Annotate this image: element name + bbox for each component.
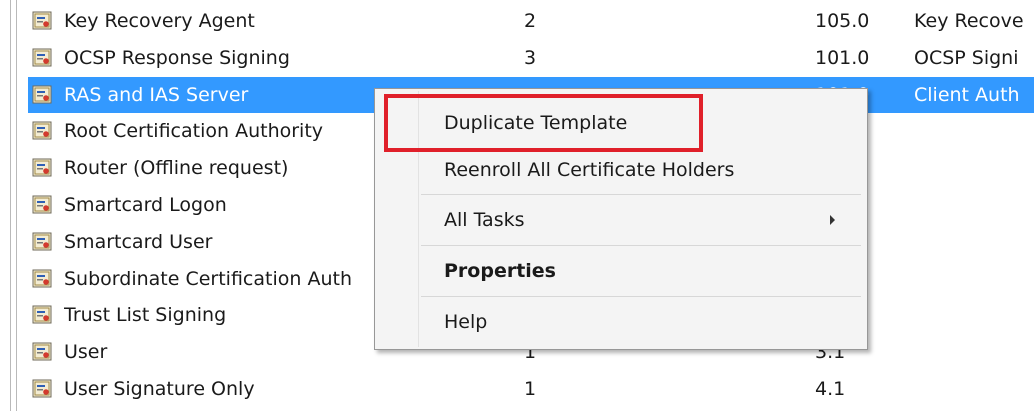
menu-item-properties[interactable]: Properties [377, 251, 865, 291]
certificate-template-icon [32, 11, 52, 30]
menu-separator [421, 296, 861, 297]
template-name: Root Certification Authority [64, 120, 324, 143]
certificate-template-icon [32, 158, 52, 177]
template-row-ocsp-response-signing[interactable]: OCSP Response Signing 3 101.0 OCSP Signi [28, 40, 1034, 77]
certificate-template-icon [32, 232, 52, 251]
submenu-arrow-icon [830, 215, 835, 225]
menu-item-label: All Tasks [444, 209, 525, 231]
template-name: OCSP Response Signing [64, 46, 290, 69]
template-name: RAS and IAS Server [64, 83, 249, 106]
template-name: Smartcard Logon [64, 193, 227, 216]
menu-separator [421, 194, 861, 195]
template-name: User Signature Only [64, 377, 255, 400]
schema-version: 3 [524, 46, 537, 69]
template-name: Key Recovery Agent [64, 10, 255, 32]
template-version: 4.1 [815, 377, 846, 400]
menu-item-all-tasks[interactable]: All Tasks [377, 200, 865, 240]
menu-separator [421, 245, 861, 246]
schema-version: 1 [524, 377, 537, 400]
certificate-templates-window: Key Recovery Agent 2 105.0 Key Recove OC… [0, 0, 1034, 411]
menu-item-label: Help [444, 311, 488, 333]
menu-item-label: Reenroll All Certificate Holders [444, 159, 735, 181]
menu-item-label: Duplicate Template [444, 112, 628, 134]
menu-item-help[interactable]: Help [377, 302, 865, 342]
certificate-template-icon [32, 342, 52, 361]
intended-purposes: Key Recove [914, 10, 1024, 32]
menu-item-duplicate-template[interactable]: Duplicate Template [377, 103, 865, 143]
tree-line [10, 0, 11, 411]
intended-purposes: Client Auth [914, 83, 1020, 106]
template-version: 105.0 [815, 10, 870, 32]
template-row-user-signature-only[interactable]: User Signature Only 1 4.1 [28, 371, 1034, 408]
certificate-template-icon [32, 195, 52, 214]
template-row-key-recovery-agent[interactable]: Key Recovery Agent 2 105.0 Key Recove [28, 3, 1034, 40]
certificate-template-icon [32, 85, 52, 104]
certificate-template-icon [32, 269, 52, 288]
template-version: 101.0 [815, 46, 870, 69]
tree-line [16, 0, 17, 411]
template-name: Trust List Signing [64, 304, 227, 327]
certificate-template-icon [32, 379, 52, 398]
template-name: Subordinate Certification Auth [64, 267, 352, 290]
template-name: User [64, 341, 108, 364]
menu-item-reenroll-all-certificate-holders[interactable]: Reenroll All Certificate Holders [377, 150, 865, 190]
template-name: Router (Offline request) [64, 157, 289, 180]
certificate-template-icon [32, 121, 52, 140]
context-menu: Duplicate Template Reenroll All Certific… [374, 88, 868, 350]
intended-purposes: OCSP Signi [914, 46, 1019, 69]
certificate-template-icon [32, 48, 52, 67]
template-name: Smartcard User [64, 230, 213, 253]
menu-item-label: Properties [444, 260, 556, 282]
certificate-template-icon [32, 305, 52, 324]
schema-version: 2 [524, 10, 537, 32]
